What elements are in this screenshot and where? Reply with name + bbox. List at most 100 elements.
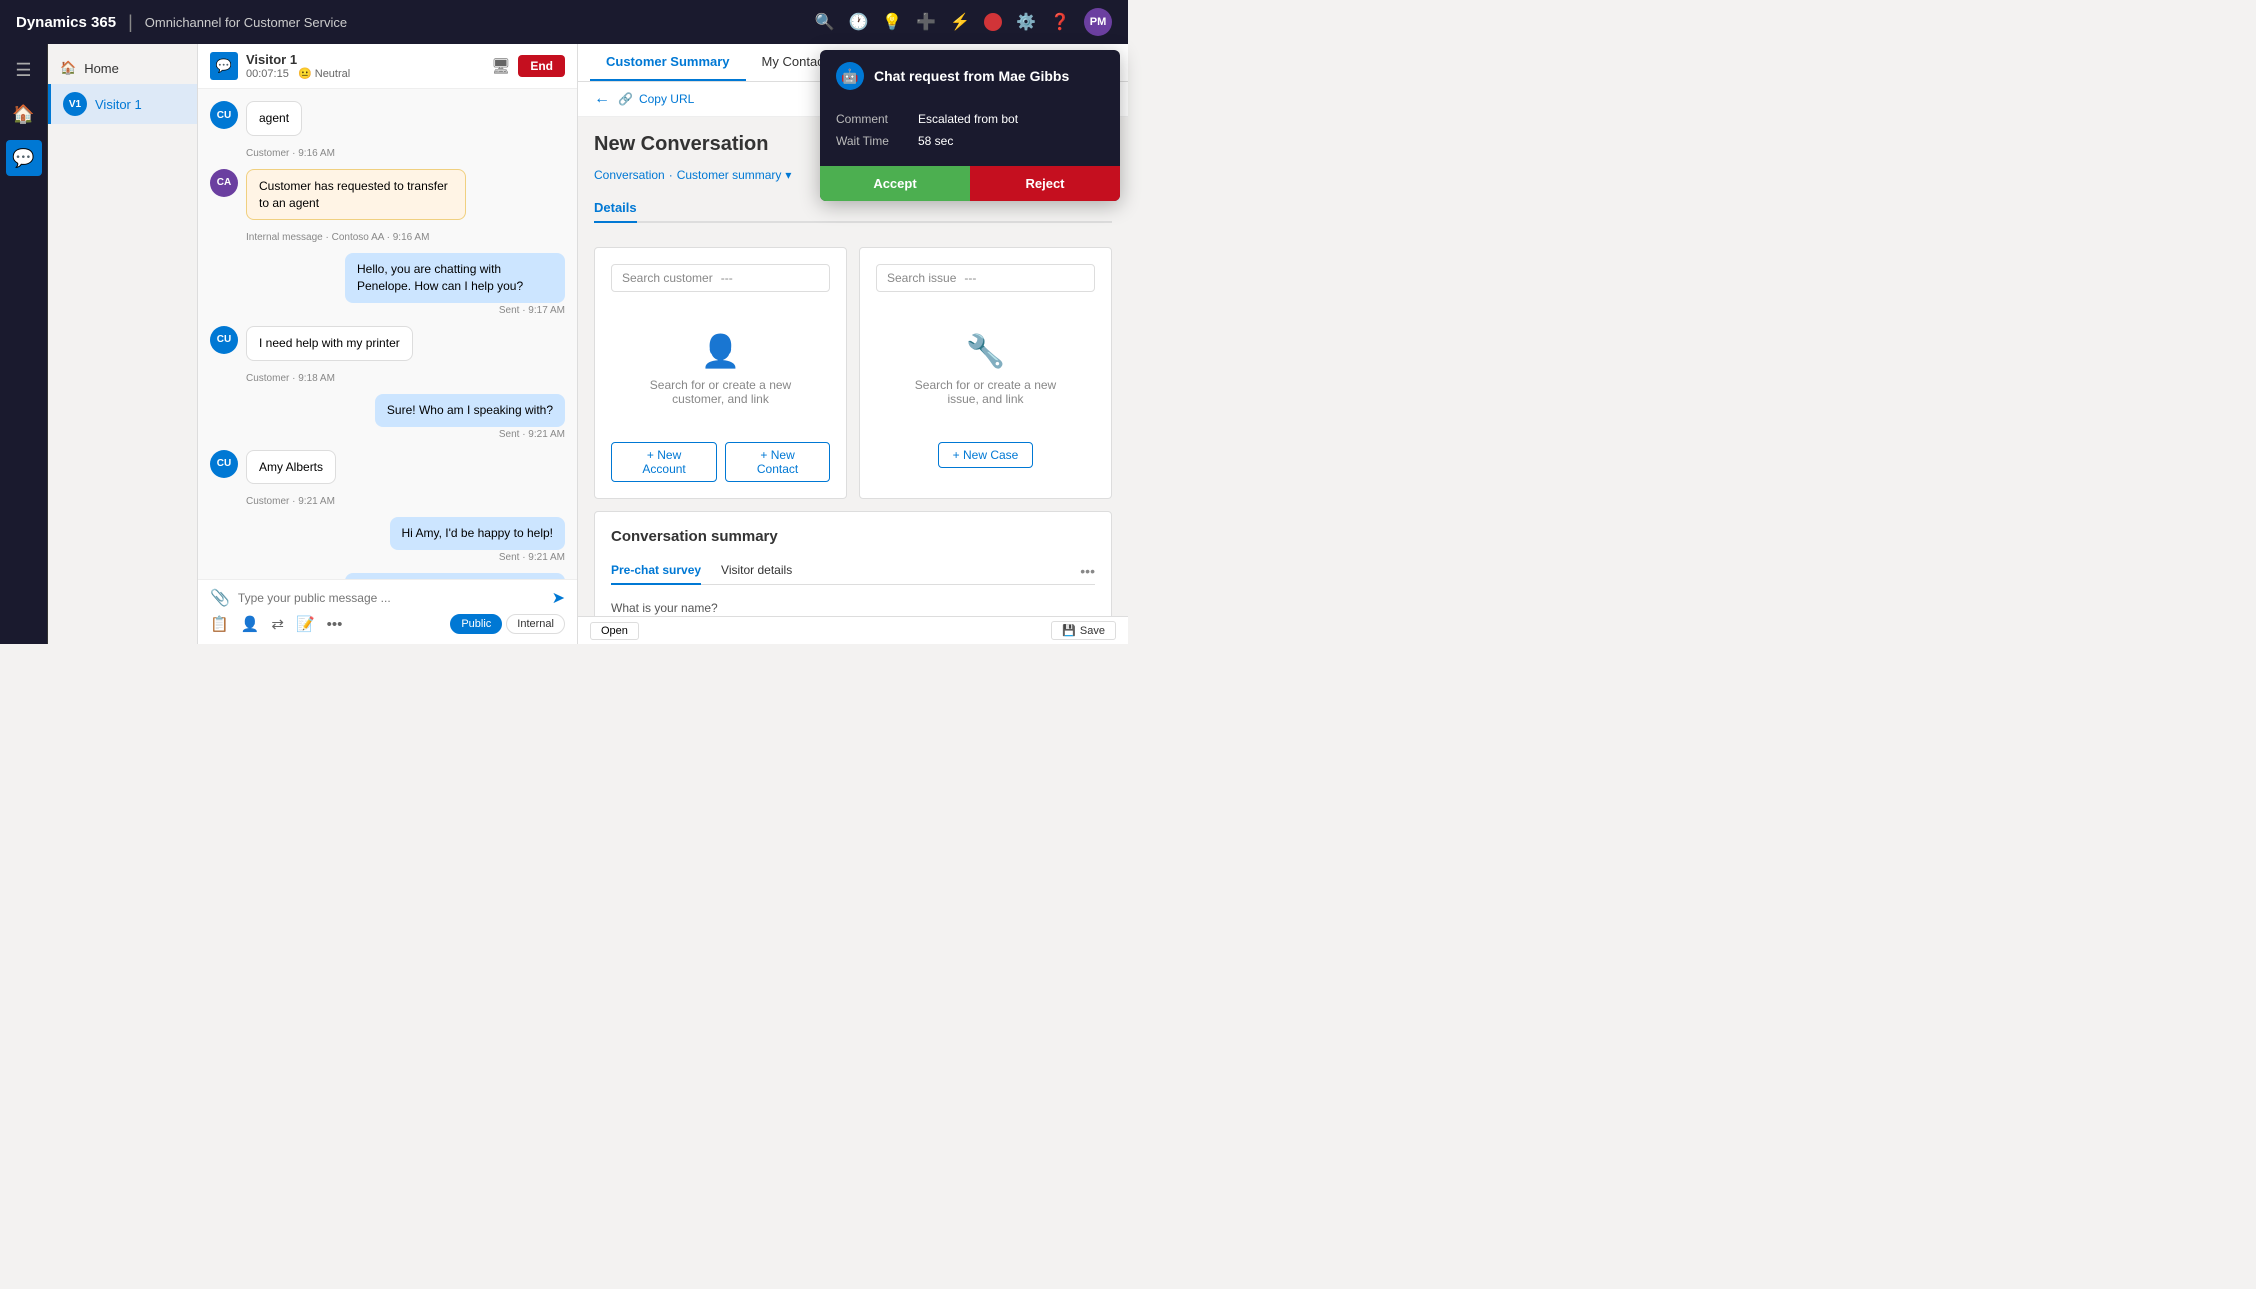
status-indicator[interactable] [984,13,1002,31]
customer-search-card: Search customer --- 👤 Search for or crea… [594,247,847,499]
notification-wait-row: Wait Time 58 sec [836,134,1104,148]
chat-input-row: 📎 ➤ [210,588,565,608]
cu-avatar: CU [210,101,238,129]
comment-value: Escalated from bot [918,112,1018,126]
new-contact-button[interactable]: + New Contact [725,442,830,482]
plus-icon[interactable]: ➕ [916,12,936,32]
public-mode-button[interactable]: Public [450,614,502,634]
canned-response-icon[interactable]: 📋 [210,615,229,633]
bot-icon: 🤖 [836,62,864,90]
visitor-nav-item[interactable]: V1 Visitor 1 [48,84,197,124]
message-bubble-agent-3: Hi Amy, I'd be happy to help! [390,517,566,550]
visitor-details-tab[interactable]: Visitor details [721,557,792,585]
nav-panel: 🏠 Home V1 Visitor 1 [48,44,198,644]
chat-panel: 💬 Visitor 1 00:07:15 😐 Neutral 🖥 End CU … [198,44,578,644]
back-icon[interactable]: ← [594,90,610,108]
wait-time-value: 58 sec [918,134,953,148]
message-time-internal: Internal message · Contoso AA · 9:16 AM [246,232,565,243]
send-icon[interactable]: ➤ [552,588,565,608]
add-participant-icon[interactable]: 👤 [241,615,260,633]
message-bubble-cu-2: I need help with my printer [246,326,413,361]
search-customer-field[interactable]: Search customer --- [611,264,830,292]
chat-sidebar-icon[interactable]: 💬 [6,140,42,176]
filter-icon[interactable]: ⚡ [950,12,970,32]
notification-popup: 🤖 Chat request from Mae Gibbs Comment Es… [820,50,1120,201]
chat-mode-buttons: Public Internal [450,614,565,634]
help-icon[interactable]: ❓ [1050,12,1070,32]
tab-customer-summary[interactable]: Customer Summary [590,44,746,81]
screen-icon[interactable]: 🖥 [491,57,510,75]
message-time-cu-2: Customer · 9:18 AM [246,373,565,384]
chat-toolbar: 📋 👤 ⇄ 📝 ••• Public Internal [210,608,565,636]
issue-empty-text: Search for or create a new issue, and li… [900,378,1071,406]
notification-comment-row: Comment Escalated from bot [836,112,1104,126]
breadcrumb-dot: · [669,168,673,182]
message-row-agent-2: Sure! Who am I speaking with? Sent · 9:2… [210,394,565,440]
message-row-cu-2: CU I need help with my printer [210,326,565,361]
issue-empty-state: 🔧 Search for or create a new issue, and … [876,308,1095,430]
summary-more-icon[interactable]: ••• [1080,563,1095,579]
customer-empty-state: 👤 Search for or create a new customer, a… [611,308,830,430]
chat-messages: CU agent Customer · 9:16 AM CA Customer … [198,89,577,579]
message-row-agent-3: Hi Amy, I'd be happy to help! Sent · 9:2… [210,517,565,563]
message-time-cu-3: Customer · 9:21 AM [246,496,565,507]
hamburger-icon[interactable]: ☰ [6,52,42,88]
conversation-summary-card: Conversation summary Pre-chat survey Vis… [594,511,1112,616]
home-sidebar-icon[interactable]: 🏠 [6,96,42,132]
home-nav-item[interactable]: 🏠 Home [48,52,197,84]
transfer-icon[interactable]: ⇄ [271,615,284,633]
wait-time-label: Wait Time [836,134,906,148]
cu-avatar-3: CU [210,450,238,478]
end-button[interactable]: End [518,55,565,77]
message-bubble-agent-1: Hello, you are chatting with Penelope. H… [345,253,565,303]
clock-icon[interactable]: 🕐 [848,12,868,32]
message-bubble-cu-3: Amy Alberts [246,450,336,485]
chat-header: 💬 Visitor 1 00:07:15 😐 Neutral 🖥 End [198,44,577,89]
save-icon: 💾 [1062,624,1076,637]
message-row-cu-3: CU Amy Alberts [210,450,565,485]
save-label: Save [1080,625,1105,637]
message-time-agent-2: Sent · 9:21 AM [375,429,565,440]
open-button[interactable]: Open [590,622,639,640]
search-issue-dots: --- [964,271,976,285]
survey-item-name: What is your name? Amy Alberts [611,601,1095,616]
notification-header: 🤖 Chat request from Mae Gibbs [820,50,1120,102]
chat-header-info: Visitor 1 00:07:15 😐 Neutral [246,52,483,80]
copy-url-button[interactable]: 🔗 Copy URL [618,92,694,106]
save-button[interactable]: 💾 Save [1051,621,1116,640]
issue-card-actions: + New Case [876,442,1095,468]
new-case-button[interactable]: + New Case [938,442,1034,468]
top-nav: Dynamics 365 | Omnichannel for Customer … [0,0,1128,44]
customer-card-actions: + New Account + New Contact [611,442,830,482]
search-issue-field[interactable]: Search issue --- [876,264,1095,292]
internal-mode-button[interactable]: Internal [506,614,565,634]
search-icon[interactable]: 🔍 [815,12,835,32]
details-tab[interactable]: Details [594,194,637,223]
breadcrumb-conversation: Conversation [594,168,665,182]
chevron-down-icon[interactable]: ▾ [785,168,791,182]
two-col-cards: Search customer --- 👤 Search for or crea… [594,247,1112,499]
settings-icon[interactable]: ⚙️ [1016,12,1036,32]
home-icon: 🏠 [60,60,76,76]
attachment-icon[interactable]: 📎 [210,588,230,608]
message-row-agent-1: Hello, you are chatting with Penelope. H… [210,253,565,316]
reject-button[interactable]: Reject [970,166,1120,201]
lightbulb-icon[interactable]: 💡 [882,12,902,32]
more-icon[interactable]: ••• [327,616,343,633]
nav-divider: | [128,12,133,33]
message-row-internal: CA Customer has requested to transfer to… [210,169,565,221]
message-time: Customer · 9:16 AM [246,148,565,159]
chat-input[interactable] [238,591,544,605]
new-account-button[interactable]: + New Account [611,442,717,482]
search-customer-dots: --- [721,271,733,285]
chat-timer: 00:07:15 😐 Neutral [246,67,483,80]
accept-button[interactable]: Accept [820,166,970,201]
user-avatar[interactable]: PM [1084,8,1112,36]
issue-search-card: Search issue --- 🔧 Search for or create … [859,247,1112,499]
notification-details: Comment Escalated from bot Wait Time 58 … [820,102,1120,166]
visitor-label: Visitor 1 [95,97,142,112]
pre-chat-survey-tab[interactable]: Pre-chat survey [611,557,701,585]
notification-actions: Accept Reject [820,166,1120,201]
comment-label: Comment [836,112,906,126]
note-icon[interactable]: 📝 [296,615,315,633]
